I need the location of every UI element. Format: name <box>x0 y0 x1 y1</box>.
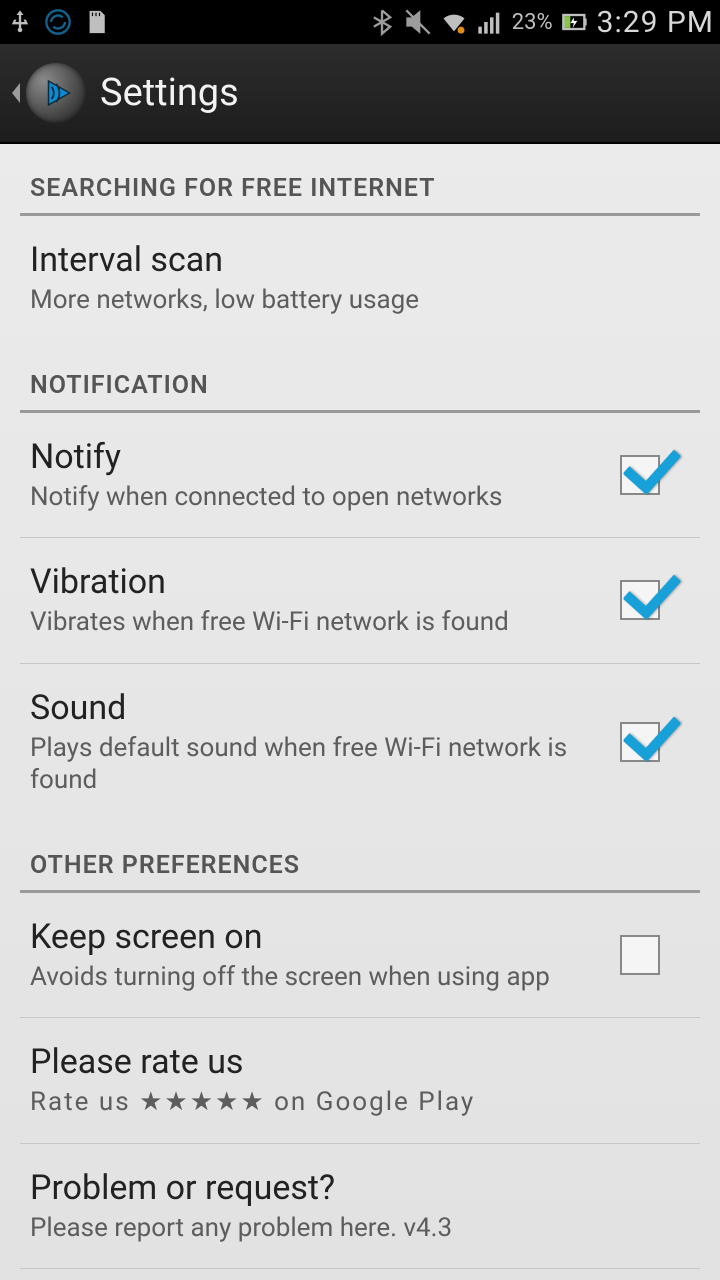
battery-percent: 23% <box>512 10 553 35</box>
row-rate-us[interactable]: Please rate us Rate us ★★★★★ on Google P… <box>20 1018 700 1144</box>
section-header-notification: NOTIFICATION <box>20 341 700 413</box>
row-keep-screen-on[interactable]: Keep screen on Avoids turning off the sc… <box>20 893 700 1019</box>
page-title: Settings <box>100 71 239 115</box>
row-subtitle: Please report any problem here. v4.3 <box>30 1212 670 1245</box>
battery-charging-icon <box>561 8 589 36</box>
row-interval-scan[interactable]: Interval scan More networks, low battery… <box>20 216 700 341</box>
app-icon[interactable] <box>26 63 86 123</box>
row-subtitle: More networks, low battery usage <box>30 284 670 317</box>
mute-icon <box>404 8 432 36</box>
row-notify[interactable]: Notify Notify when connected to open net… <box>20 413 700 539</box>
row-subtitle: Plays default sound when free Wi-Fi netw… <box>30 732 600 797</box>
row-subtitle: Vibrates when free Wi-Fi network is foun… <box>30 606 600 639</box>
row-title: Please rate us <box>30 1042 670 1082</box>
back-button[interactable] <box>6 73 26 113</box>
row-title: Sound <box>30 688 600 728</box>
clock: 3:29 PM <box>597 5 714 40</box>
checkbox-keep-screen-on[interactable] <box>620 935 660 975</box>
wifi-icon <box>440 8 468 36</box>
row-title: Keep screen on <box>30 917 600 957</box>
signal-icon <box>476 8 504 36</box>
row-title: Notify <box>30 437 600 477</box>
row-subtitle: Notify when connected to open networks <box>30 481 600 514</box>
usb-icon <box>6 8 34 36</box>
row-subtitle: Avoids turning off the screen when using… <box>30 961 600 994</box>
checkbox-sound[interactable] <box>620 722 660 762</box>
row-title: Interval scan <box>30 240 670 280</box>
row-sound[interactable]: Sound Plays default sound when free Wi-F… <box>20 664 700 821</box>
settings-list: SEARCHING FOR FREE INTERNET Interval sca… <box>0 144 720 1269</box>
sd-card-icon <box>82 8 110 36</box>
section-header-other: OTHER PREFERENCES <box>20 821 700 893</box>
checkbox-notify[interactable] <box>620 455 660 495</box>
row-vibration[interactable]: Vibration Vibrates when free Wi-Fi netwo… <box>20 538 700 664</box>
action-bar: Settings <box>0 44 720 144</box>
sync-circle-icon <box>44 8 72 36</box>
row-problem-request[interactable]: Problem or request? Please report any pr… <box>20 1144 700 1270</box>
checkbox-vibration[interactable] <box>620 580 660 620</box>
bluetooth-icon <box>368 8 396 36</box>
row-subtitle: Rate us ★★★★★ on Google Play <box>30 1086 670 1119</box>
status-bar: 23% 3:29 PM <box>0 0 720 44</box>
row-title: Problem or request? <box>30 1168 670 1208</box>
section-header-search: SEARCHING FOR FREE INTERNET <box>20 144 700 216</box>
row-title: Vibration <box>30 562 600 602</box>
